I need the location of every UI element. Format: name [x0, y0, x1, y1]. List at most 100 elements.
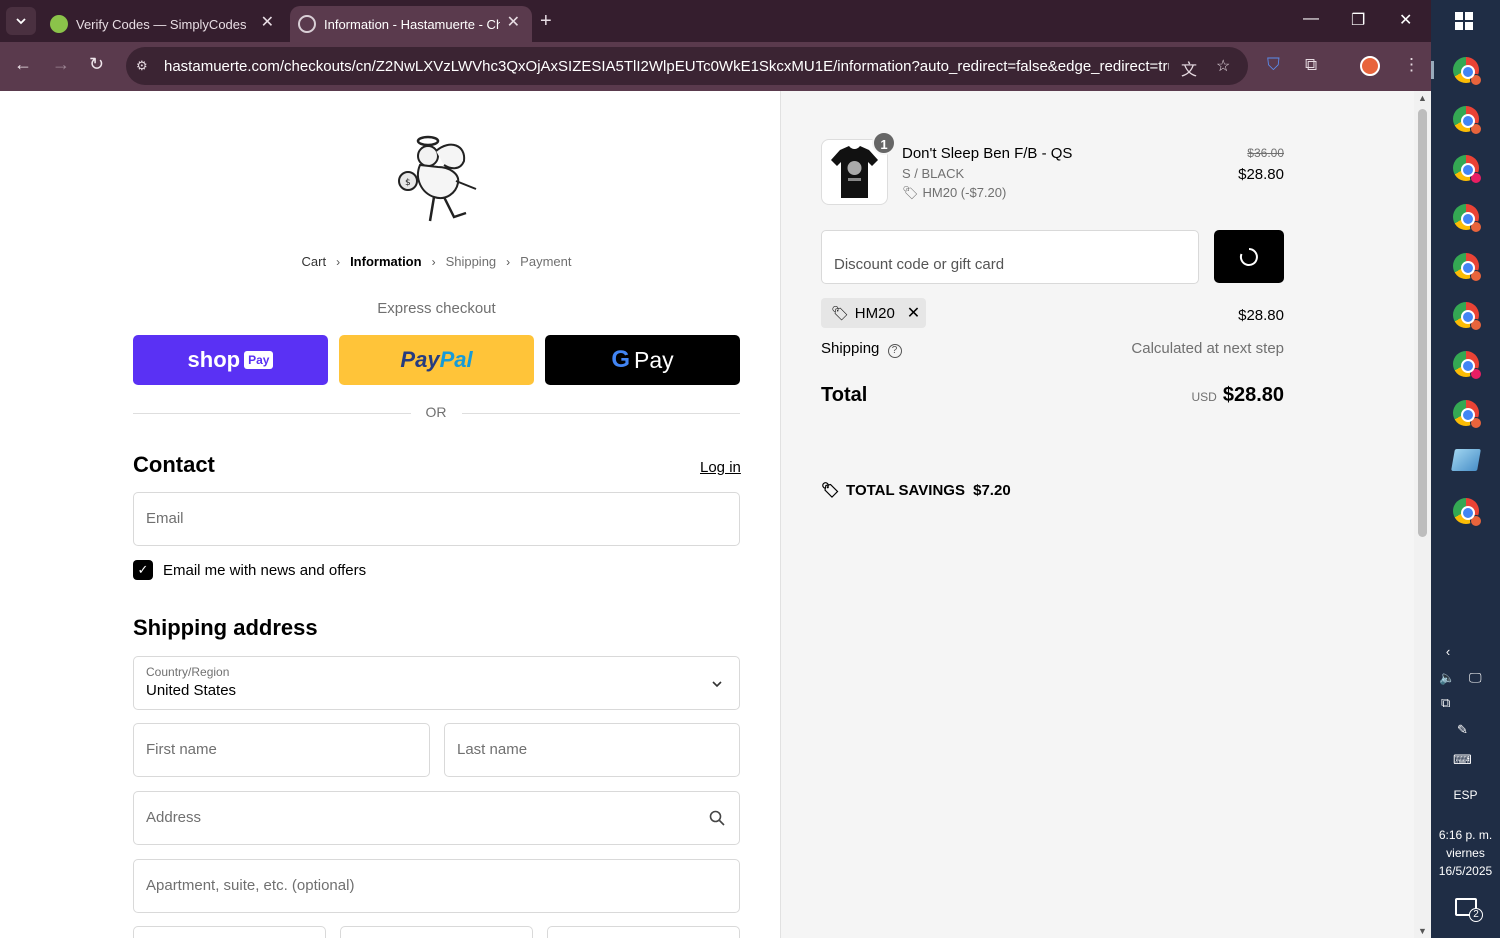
- pen-icon[interactable]: ✎: [1457, 722, 1468, 738]
- tab-title: Information - Hastamuerte - Ch: [324, 16, 500, 32]
- breadcrumb-information: Information: [350, 254, 422, 269]
- tab-simplycodes[interactable]: Verify Codes — SimplyCodes ✕: [44, 6, 286, 42]
- chevron-down-icon: [712, 681, 722, 688]
- chevron-right-icon: ›: [336, 254, 341, 269]
- windows-start-icon[interactable]: [1455, 12, 1473, 30]
- scroll-up-arrow-icon[interactable]: ▲: [1418, 93, 1427, 103]
- currency-code: USD: [1191, 390, 1217, 404]
- network-icon[interactable]: 🖵: [1469, 670, 1482, 686]
- menu-kebab-icon[interactable]: ⋮: [1403, 55, 1420, 75]
- close-window-icon[interactable]: ✕: [1399, 10, 1412, 30]
- or-label: OR: [413, 404, 459, 420]
- shield-extension-icon[interactable]: ⛉: [1267, 55, 1280, 75]
- email-field[interactable]: Email: [133, 492, 740, 546]
- chrome-app-icon[interactable]: [1453, 106, 1482, 135]
- paypal-button[interactable]: Pay Pal: [339, 335, 534, 385]
- notification-center-icon[interactable]: 2: [1455, 898, 1483, 922]
- state-field[interactable]: [340, 926, 533, 938]
- google-pay-button[interactable]: G Pay: [545, 335, 740, 385]
- address-bar[interactable]: ⚙ hastamuerte.com/checkouts/cn/Z2NwLXVzL…: [126, 47, 1248, 85]
- reload-icon[interactable]: ↻: [89, 54, 104, 75]
- chrome-app-icon[interactable]: [1453, 155, 1482, 184]
- subtotal-value: $28.80: [1238, 307, 1284, 324]
- country-label: Country/Region: [146, 665, 230, 679]
- zip-field[interactable]: [547, 926, 740, 938]
- item-price: $28.80: [1238, 166, 1284, 183]
- product-discount: 🏷 HM20 (-$7.20): [902, 185, 1006, 201]
- close-tab-icon[interactable]: ✕: [261, 15, 274, 31]
- close-tab-icon[interactable]: ✕: [507, 15, 520, 31]
- tab-hastamuerte[interactable]: Information - Hastamuerte - Ch ✕: [290, 6, 532, 42]
- chevron-right-icon: ›: [431, 254, 436, 269]
- paypal-wordmark-pay: Pay: [400, 347, 440, 372]
- discount-code-input[interactable]: Discount code or gift card: [821, 230, 1199, 284]
- scroll-down-arrow-icon[interactable]: ▼: [1418, 926, 1427, 936]
- tag-icon: 🏷: [902, 185, 919, 200]
- chrome-app-icon[interactable]: [1453, 498, 1482, 527]
- taskbar-clock[interactable]: 6:16 p. m. viernes 16/5/2025: [1431, 826, 1500, 880]
- country-select[interactable]: Country/Region United States: [133, 656, 740, 710]
- page-scrollbar[interactable]: ▲ ▼: [1414, 91, 1431, 938]
- last-name-field[interactable]: Last name: [444, 723, 740, 777]
- original-price: $36.00: [1247, 146, 1284, 160]
- login-link[interactable]: Log in: [700, 459, 741, 476]
- apply-discount-button[interactable]: [1214, 230, 1284, 283]
- forward-arrow-icon[interactable]: →: [52, 54, 70, 75]
- file-app-icon[interactable]: [1451, 449, 1481, 471]
- breadcrumb-cart[interactable]: Cart: [302, 254, 327, 269]
- newsletter-label: Email me with news and offers: [163, 562, 367, 579]
- clock-day: viernes: [1446, 846, 1485, 860]
- back-arrow-icon[interactable]: ←: [14, 54, 32, 75]
- chrome-app-icon[interactable]: [1453, 253, 1482, 282]
- minimize-icon[interactable]: —: [1303, 10, 1319, 28]
- help-circle-icon[interactable]: ?: [887, 344, 902, 358]
- shipping-row: Shipping ?: [821, 340, 902, 358]
- chrome-app-icon[interactable]: [1453, 302, 1482, 331]
- product-variant: S / BLACK: [902, 166, 965, 181]
- language-indicator[interactable]: ESP: [1431, 788, 1500, 802]
- total-value: $28.80: [1222, 384, 1284, 406]
- address-field[interactable]: Address: [133, 791, 740, 845]
- scrollbar-thumb[interactable]: [1418, 109, 1427, 537]
- chrome-app-icon[interactable]: [1453, 204, 1482, 233]
- chrome-app-icon[interactable]: [1453, 400, 1482, 429]
- applied-code-chip: 🏷 HM20 ✕: [821, 298, 926, 328]
- shipping-address-heading: Shipping address: [133, 615, 318, 640]
- profile-avatar[interactable]: [1360, 56, 1380, 76]
- bookmark-star-icon[interactable]: ☆: [1216, 56, 1230, 76]
- remove-code-icon[interactable]: ✕: [907, 303, 920, 323]
- tab-search-button[interactable]: [6, 7, 36, 35]
- extensions-puzzle-icon[interactable]: ⧉: [1305, 55, 1317, 75]
- chevron-down-icon: [16, 18, 26, 25]
- translate-icon[interactable]: ⽂: [1181, 56, 1197, 80]
- email-placeholder: Email: [146, 510, 184, 527]
- chrome-app-icon[interactable]: [1453, 351, 1482, 380]
- restore-icon[interactable]: ❐: [1351, 10, 1365, 30]
- site-settings-icon[interactable]: ⚙: [136, 58, 152, 74]
- globe-favicon-icon: [298, 15, 316, 33]
- keyboard-icon[interactable]: ⌨: [1453, 752, 1472, 768]
- url-text: hastamuerte.com/checkouts/cn/Z2NwLXVzLWV…: [164, 57, 1169, 75]
- speaker-icon[interactable]: 🔈: [1439, 670, 1455, 686]
- shop-pay-button[interactable]: shop Pay: [133, 335, 328, 385]
- quantity-badge: 1: [872, 131, 896, 155]
- tag-icon: 🏷: [821, 482, 841, 499]
- breadcrumb-shipping: Shipping: [445, 254, 497, 269]
- city-field[interactable]: [133, 926, 326, 938]
- apartment-field[interactable]: Apartment, suite, etc. (optional): [133, 859, 740, 913]
- country-value: United States: [146, 682, 237, 699]
- chrome-app-icon[interactable]: [1431, 57, 1482, 86]
- shipping-value: Calculated at next step: [1131, 340, 1284, 357]
- new-tab-button[interactable]: +: [540, 10, 552, 32]
- svg-text:$: $: [405, 178, 411, 188]
- discount-placeholder: Discount code or gift card: [834, 256, 1005, 273]
- windows-taskbar: ‹ 🔈 🖵 ⧉ ✎ ⌨ ESP 6:16 p. m. viernes 16/5/…: [1431, 0, 1500, 938]
- first-name-field[interactable]: First name: [133, 723, 430, 777]
- meet-now-icon[interactable]: ⧉: [1441, 695, 1450, 711]
- tag-icon: 🏷: [831, 304, 849, 321]
- last-name-placeholder: Last name: [457, 741, 528, 758]
- google-g-icon: G: [611, 346, 631, 373]
- chevron-left-icon[interactable]: ‹: [1443, 644, 1453, 659]
- newsletter-checkbox[interactable]: ✓: [133, 560, 153, 580]
- express-checkout-label: Express checkout: [377, 300, 496, 317]
